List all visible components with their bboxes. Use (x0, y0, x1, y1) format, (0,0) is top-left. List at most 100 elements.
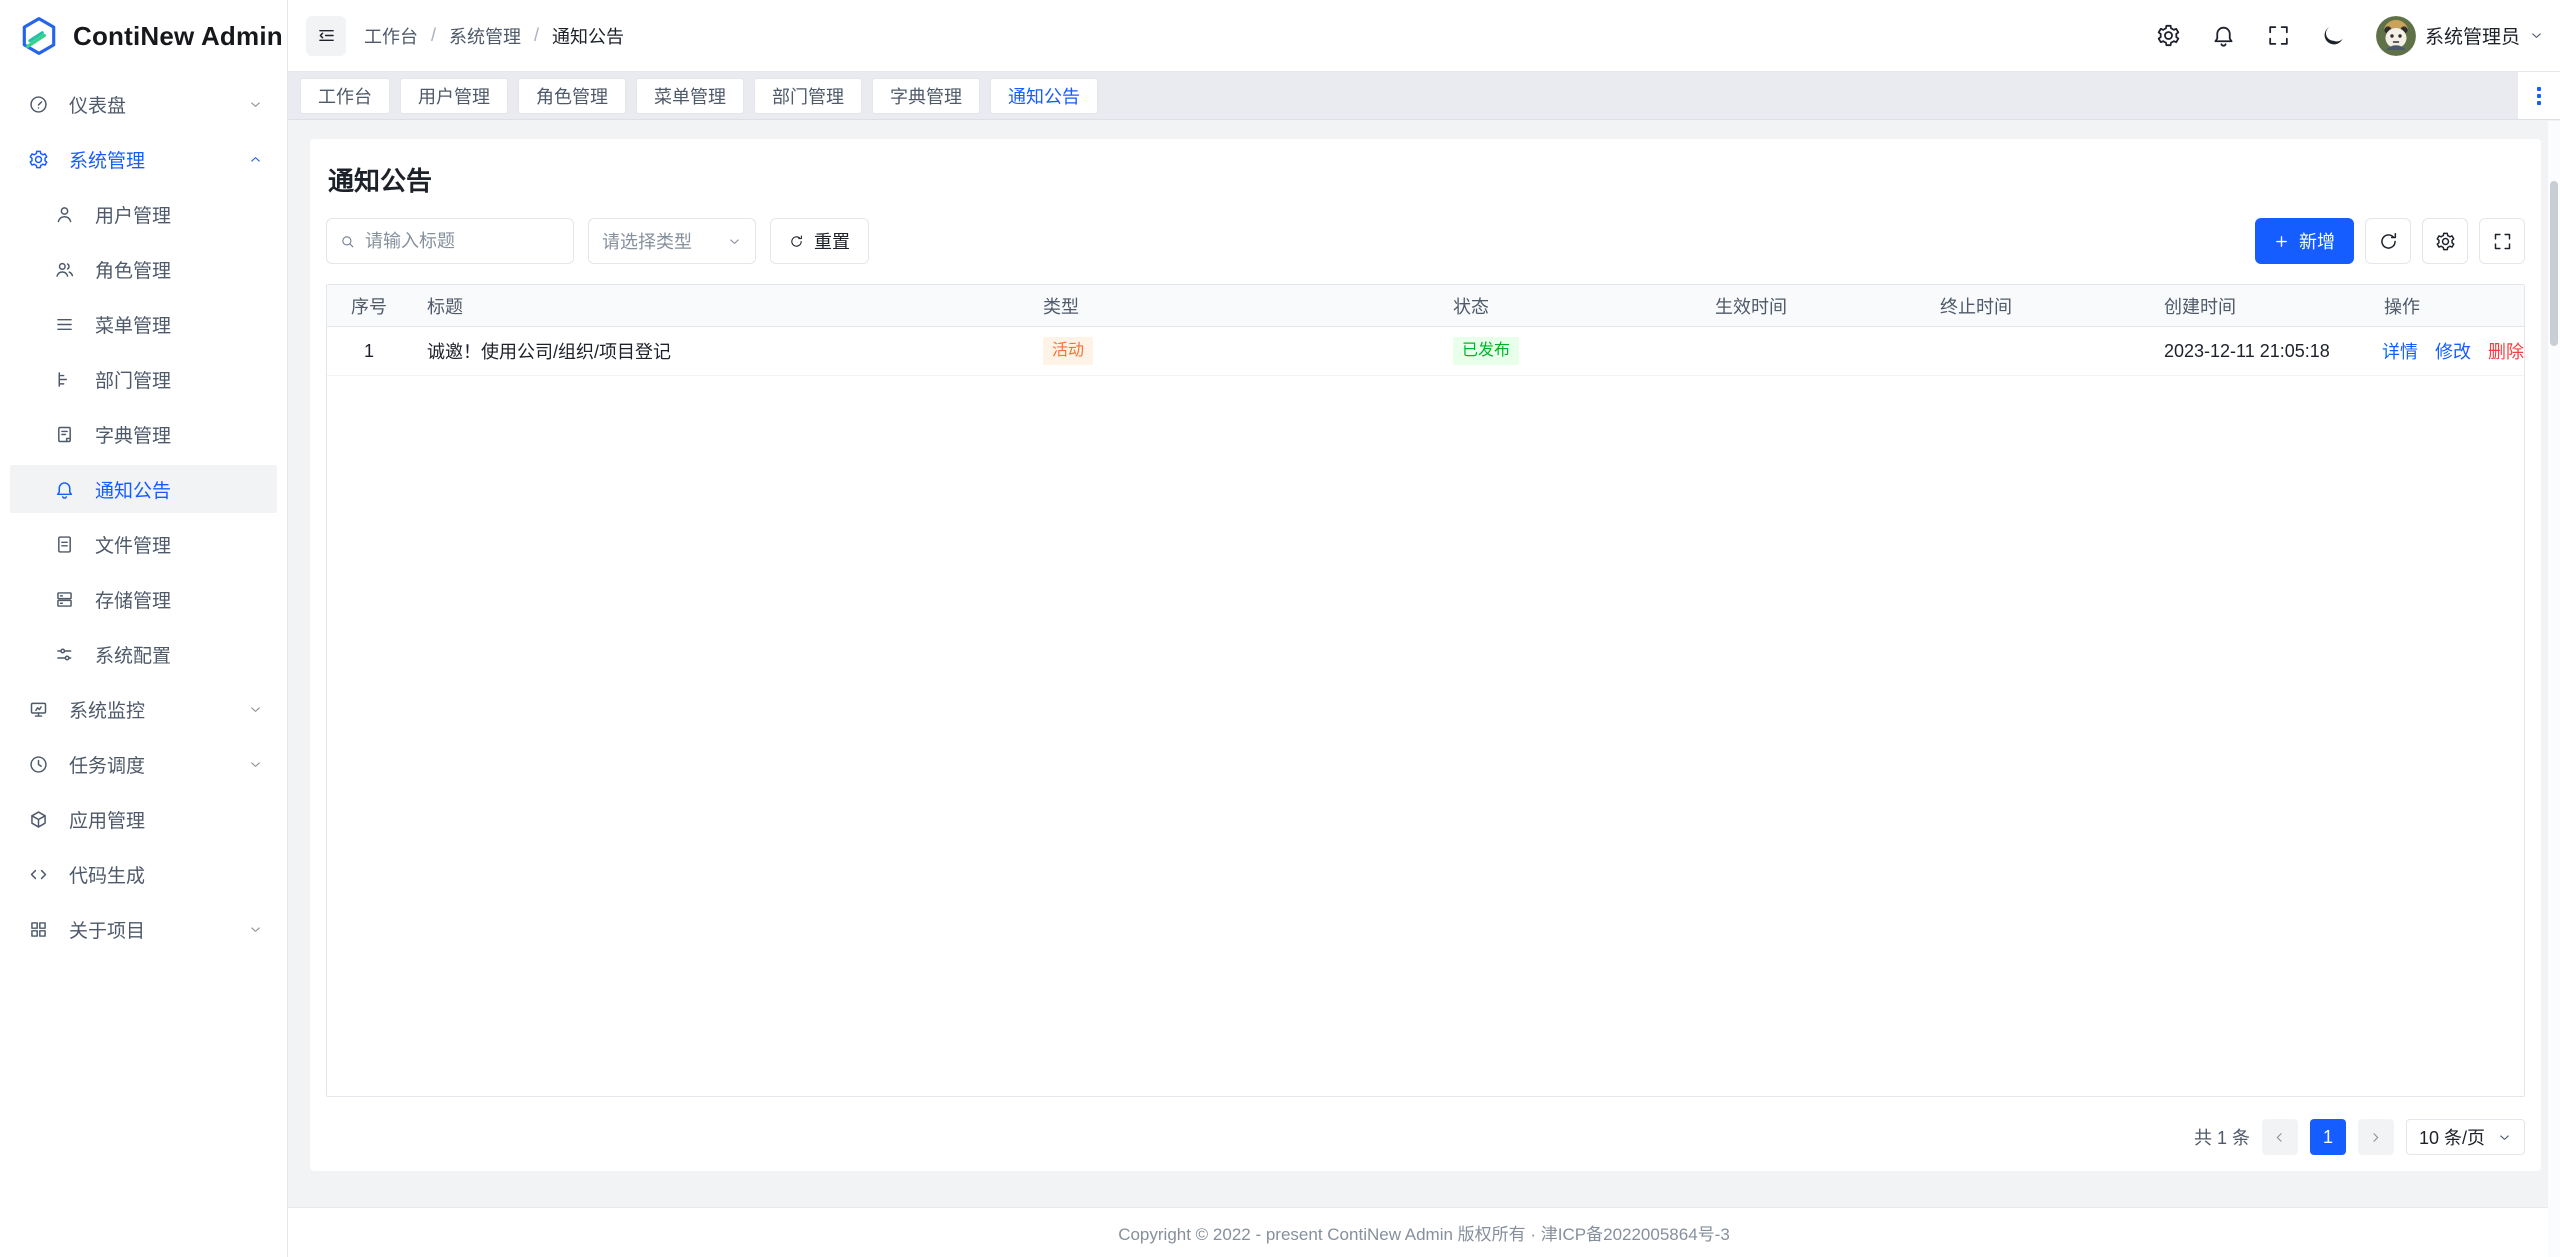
tab-user-management[interactable]: 用户管理 (400, 78, 508, 114)
sidebar-item-dictionary-management[interactable]: 字典管理 (10, 410, 277, 458)
sidebar-item-file-management[interactable]: 文件管理 (10, 520, 277, 568)
dashboard-icon (28, 94, 49, 115)
sidebar-item-label: 代码生成 (69, 861, 145, 888)
sidebar-item-label: 角色管理 (95, 256, 171, 283)
fullscreen-button[interactable] (2266, 23, 2291, 48)
scrollbar-thumb[interactable] (2550, 181, 2558, 346)
main-area: 工作台 / 系统管理 / 通知公告 (288, 0, 2560, 1257)
column-header-created-time: 创建时间 (2148, 293, 2368, 319)
monitor-icon (28, 699, 49, 720)
sidebar-item-label: 任务调度 (69, 751, 145, 778)
type-select-placeholder: 请选择类型 (602, 228, 692, 254)
sidebar-item-code-generation[interactable]: 代码生成 (10, 850, 277, 898)
user-menu[interactable]: 系统管理员 (2376, 16, 2544, 56)
sidebar-item-label: 用户管理 (95, 201, 171, 228)
tab-notice[interactable]: 通知公告 (990, 78, 1098, 114)
cell-type: 活动 (1027, 337, 1437, 365)
sidebar-item-label: 部门管理 (95, 366, 171, 393)
avatar (2376, 16, 2416, 56)
column-header-title: 标题 (411, 293, 1027, 319)
plus-icon (2274, 234, 2289, 249)
chevron-down-icon (248, 702, 263, 717)
sidebar-item-about-project[interactable]: 关于项目 (10, 905, 277, 953)
sidebar-item-storage-management[interactable]: 存储管理 (10, 575, 277, 623)
tab-more-button[interactable] (2518, 72, 2560, 119)
fullscreen-icon (2492, 231, 2513, 252)
tab-dictionary-management[interactable]: 字典管理 (872, 78, 980, 114)
clock-icon (28, 754, 49, 775)
grid-icon (28, 919, 49, 940)
chevron-down-icon (248, 97, 263, 112)
column-settings-button[interactable] (2422, 218, 2468, 264)
type-select[interactable]: 请选择类型 (588, 218, 756, 264)
pagination: 共 1 条 1 10 条/页 (326, 1119, 2525, 1155)
notifications-button[interactable] (2211, 23, 2236, 48)
fullscreen-table-button[interactable] (2479, 218, 2525, 264)
dictionary-icon (54, 424, 75, 445)
reset-button[interactable]: 重置 (770, 218, 869, 264)
sidebar-item-dashboard[interactable]: 仪表盘 (10, 80, 277, 128)
chevron-down-icon (727, 234, 742, 249)
tab-label: 字典管理 (890, 83, 962, 109)
breadcrumb-item-current: 通知公告 (552, 23, 624, 49)
detail-link[interactable]: 详情 (2382, 338, 2418, 364)
sidebar-item-role-management[interactable]: 角色管理 (10, 245, 277, 293)
sidebar-item-department-management[interactable]: 部门管理 (10, 355, 277, 403)
title-search-input[interactable] (365, 231, 560, 252)
column-header-type: 类型 (1027, 293, 1437, 319)
refresh-table-button[interactable] (2365, 218, 2411, 264)
breadcrumb-item[interactable]: 工作台 (364, 23, 418, 49)
table-row: 1 诚邀！使用公司/组织/项目登记 活动 已发布 2023-12-11 21:0… (327, 327, 2524, 376)
edit-link[interactable]: 修改 (2435, 338, 2471, 364)
sidebar-item-system-monitor[interactable]: 系统监控 (10, 685, 277, 733)
bell-icon (54, 479, 75, 500)
page-size-value: 10 条/页 (2419, 1124, 2485, 1150)
sidebar-item-label: 系统配置 (95, 641, 171, 668)
sidebar-item-label: 系统监控 (69, 696, 145, 723)
breadcrumb-item[interactable]: 系统管理 (449, 23, 521, 49)
notice-card: 通知公告 请选择类型 重置 新增 (310, 139, 2541, 1171)
sidebar-collapse-button[interactable] (306, 16, 346, 56)
column-header-status: 状态 (1437, 293, 1699, 319)
sidebar-item-label: 通知公告 (95, 476, 171, 503)
sidebar-item-system-config[interactable]: 系统配置 (10, 630, 277, 678)
sidebar-item-label: 仪表盘 (69, 91, 126, 118)
user-icon (54, 204, 75, 225)
table-header-row: 序号 标题 类型 状态 生效时间 终止时间 创建时间 操作 (327, 285, 2524, 327)
sidebar-item-app-management[interactable]: 应用管理 (10, 795, 277, 843)
tab-workbench[interactable]: 工作台 (300, 78, 390, 114)
sidebar-item-menu-management[interactable]: 菜单管理 (10, 300, 277, 348)
storage-icon (54, 589, 75, 610)
prev-page-button[interactable] (2262, 1119, 2298, 1155)
sidebar-item-task-scheduling[interactable]: 任务调度 (10, 740, 277, 788)
tab-label: 菜单管理 (654, 83, 726, 109)
menu-fold-icon (316, 25, 337, 46)
tab-role-management[interactable]: 角色管理 (518, 78, 626, 114)
page-content: 通知公告 请选择类型 重置 新增 (288, 120, 2560, 1207)
page-size-select[interactable]: 10 条/页 (2406, 1119, 2525, 1155)
copyright-text: Copyright © 2022 - present ContiNew Admi… (1118, 1220, 1730, 1245)
chevron-down-icon (2497, 1130, 2512, 1145)
breadcrumb-separator: / (534, 25, 539, 46)
tab-department-management[interactable]: 部门管理 (754, 78, 862, 114)
gear-icon (2435, 231, 2456, 252)
breadcrumb: 工作台 / 系统管理 / 通知公告 (364, 23, 624, 49)
tree-icon (54, 369, 75, 390)
sidebar-item-system-management[interactable]: 系统管理 (10, 135, 277, 183)
page-number-current[interactable]: 1 (2310, 1119, 2346, 1155)
add-button[interactable]: 新增 (2255, 218, 2354, 264)
sidebar-item-notice[interactable]: 通知公告 (10, 465, 277, 513)
cell-status: 已发布 (1437, 337, 1699, 365)
breadcrumb-separator: / (431, 25, 436, 46)
title-search-field[interactable] (326, 218, 574, 264)
tab-menu-management[interactable]: 菜单管理 (636, 78, 744, 114)
dark-mode-button[interactable] (2321, 23, 2346, 48)
delete-link[interactable]: 删除 (2488, 338, 2524, 364)
app-logo[interactable]: ContiNew Admin (0, 0, 287, 72)
file-icon (54, 534, 75, 555)
chevron-down-icon (248, 757, 263, 772)
sidebar-item-user-management[interactable]: 用户管理 (10, 190, 277, 238)
next-page-button[interactable] (2358, 1119, 2394, 1155)
settings-button[interactable] (2156, 23, 2181, 48)
column-header-operations: 操作 (2368, 293, 2524, 319)
